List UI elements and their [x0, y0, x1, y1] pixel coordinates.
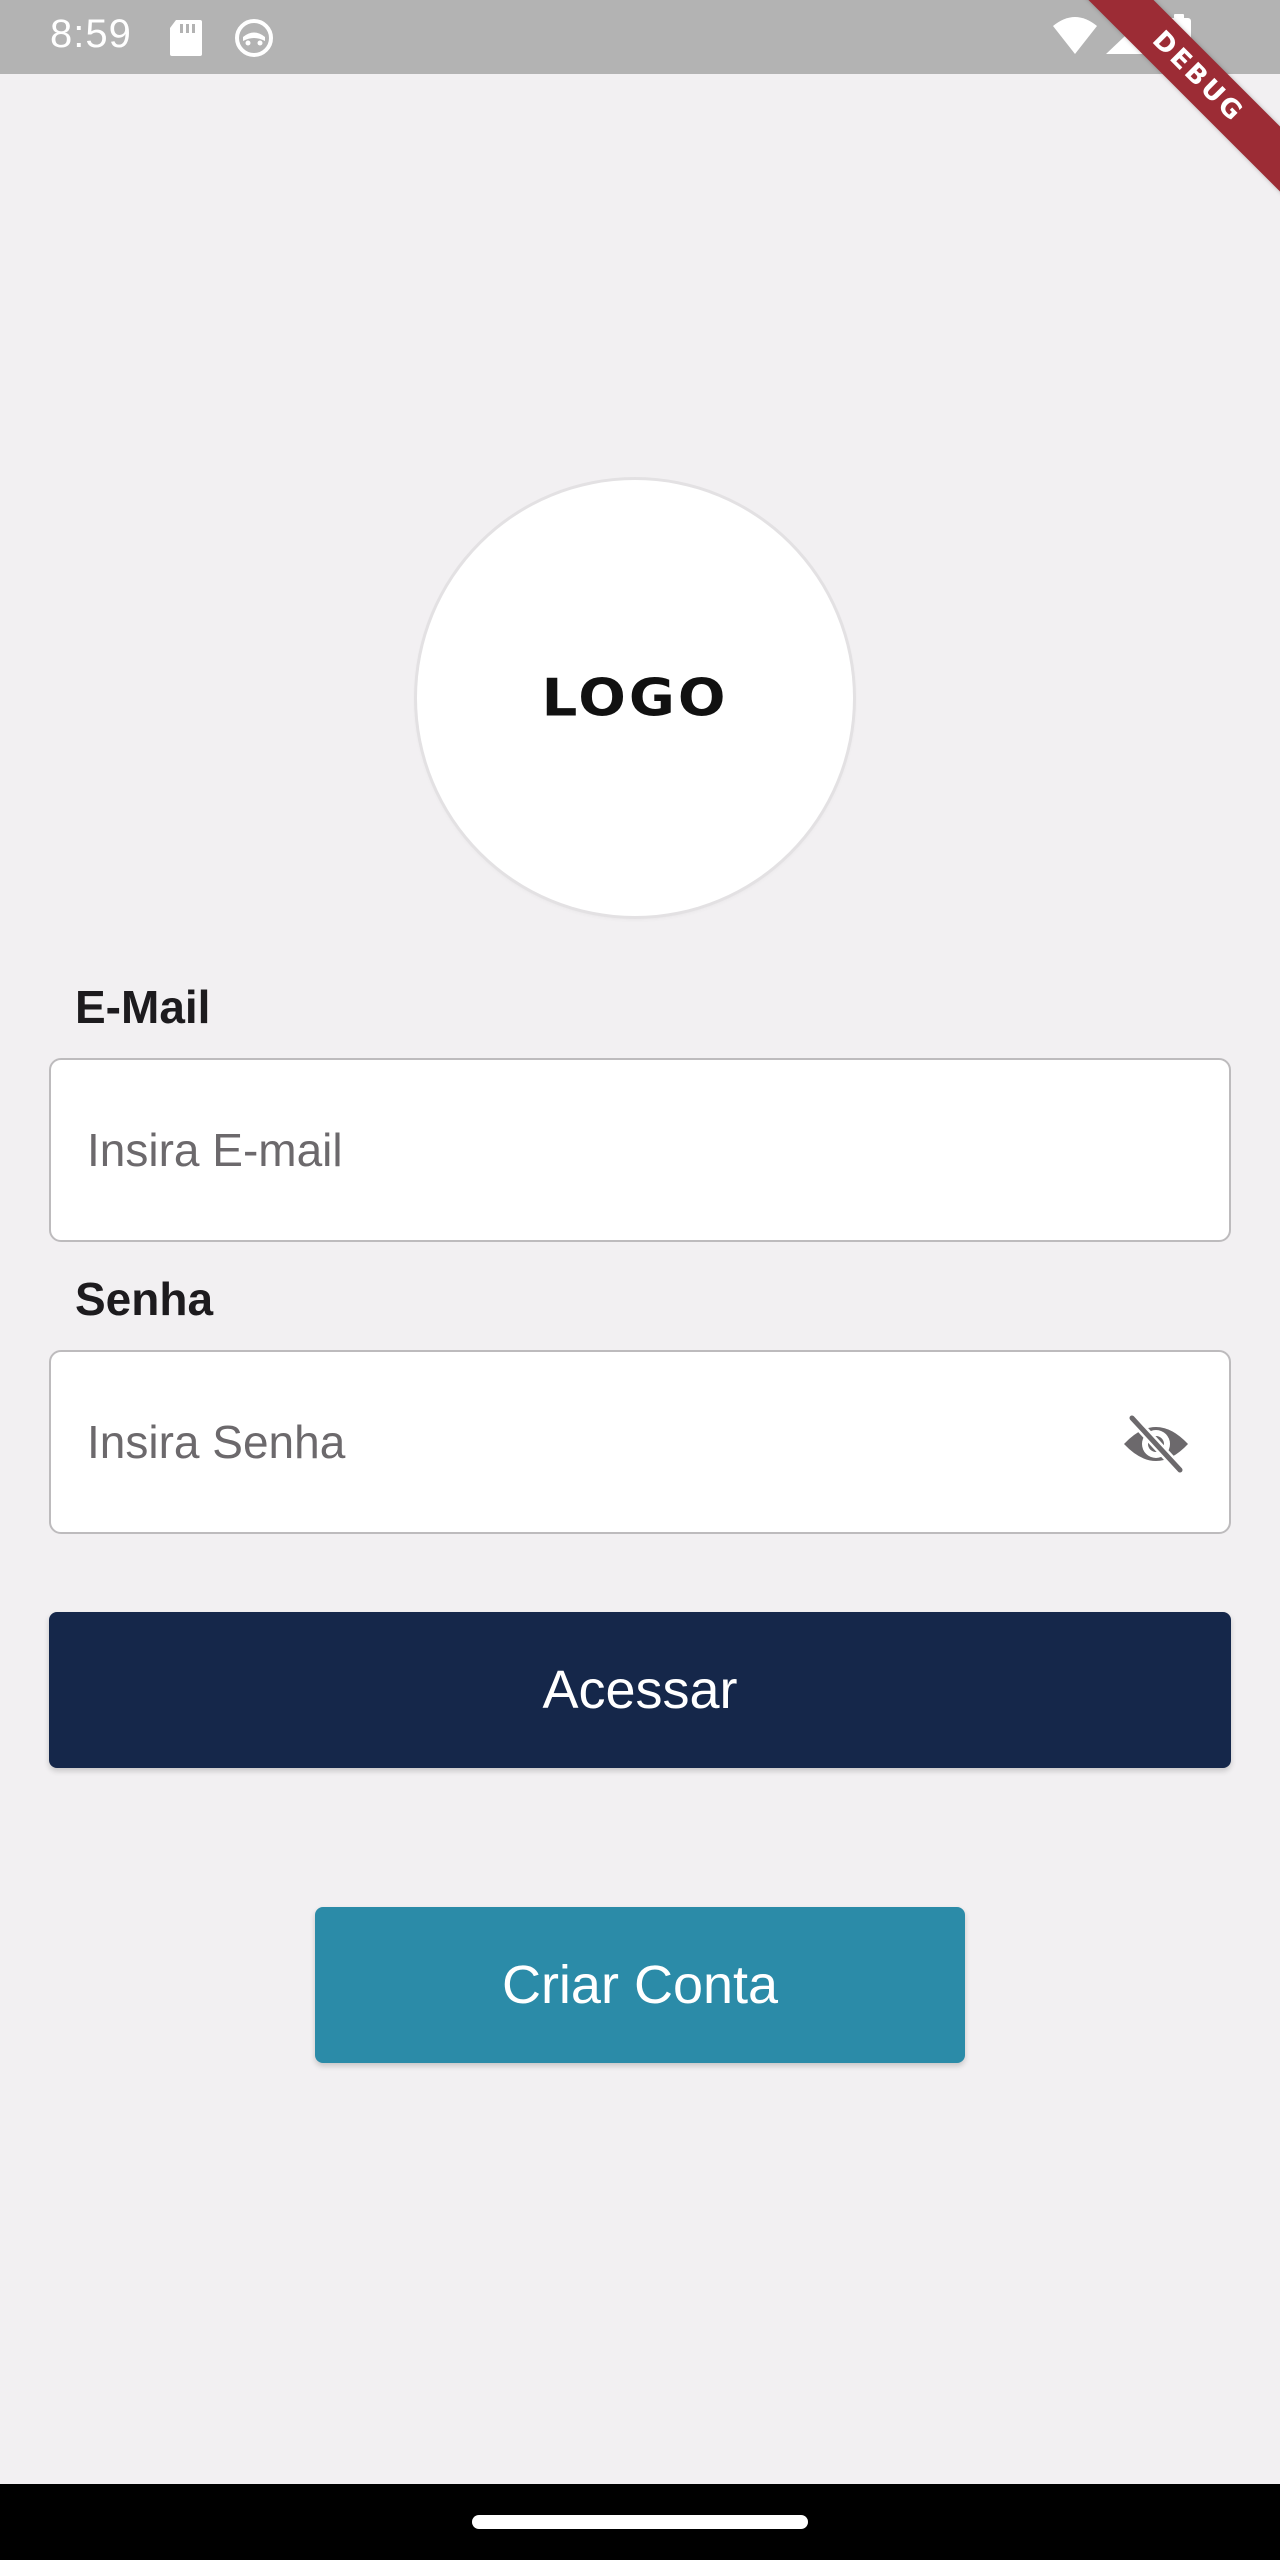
login-button[interactable]: Acessar	[49, 1612, 1231, 1768]
status-bar: 8:59	[0, 0, 1280, 74]
wifi-icon	[1052, 16, 1098, 61]
email-input[interactable]	[87, 1060, 1087, 1240]
email-field-container	[49, 1058, 1231, 1242]
sd-card-icon	[168, 18, 204, 63]
visibility-off-icon[interactable]	[1119, 1410, 1193, 1478]
create-account-button[interactable]: Criar Conta	[315, 1907, 965, 2063]
email-label: E-Mail	[75, 981, 211, 1033]
password-field-container	[49, 1350, 1231, 1534]
logo-text: LOGO	[541, 668, 729, 728]
status-time: 8:59	[50, 12, 132, 56]
battery-icon	[1166, 14, 1192, 63]
password-input[interactable]	[87, 1352, 1087, 1532]
password-label: Senha	[75, 1273, 214, 1325]
login-screen: 8:59 DEBUG LOGO E-Mail Insira E-mail Sen…	[0, 0, 1280, 2560]
signal-icon	[1104, 16, 1146, 61]
home-gesture-handle[interactable]	[472, 2515, 808, 2529]
logo-avatar: LOGO	[417, 480, 853, 916]
face-icon	[234, 18, 274, 63]
